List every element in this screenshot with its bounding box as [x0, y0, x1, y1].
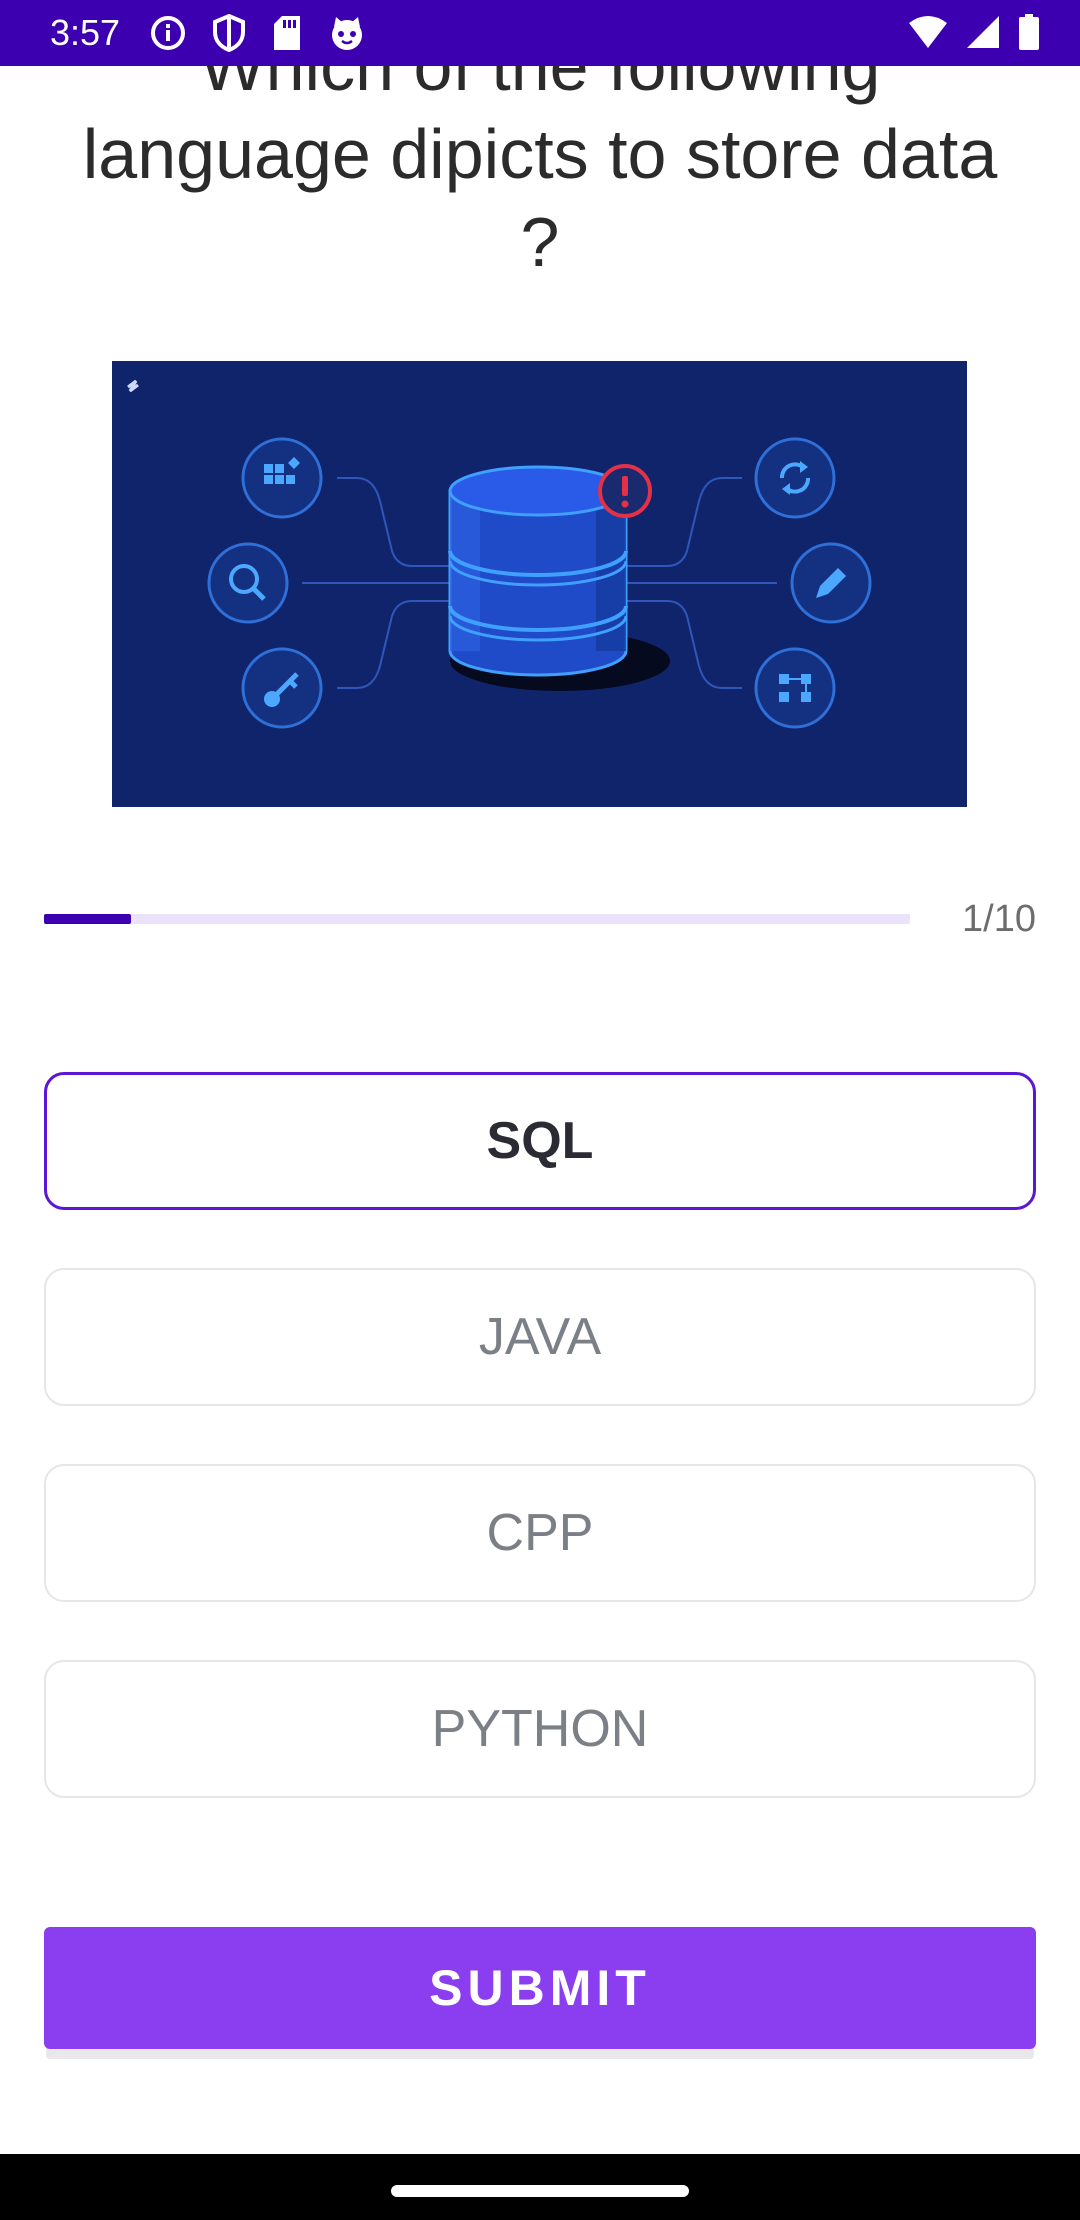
battery-icon [1019, 14, 1039, 50]
refresh-icon [754, 437, 836, 519]
structure-icon [754, 647, 836, 729]
navigation-bar [0, 2154, 1080, 2220]
option-label: SQL [486, 1112, 594, 1170]
wifi-icon [909, 16, 947, 48]
option-label: CPP [486, 1504, 594, 1562]
progress-fill [44, 914, 131, 924]
option-label: JAVA [478, 1308, 602, 1366]
option-cpp[interactable]: CPP [44, 1464, 1036, 1602]
alert-icon [598, 464, 652, 518]
progress-bar [44, 914, 910, 924]
grid-icon [241, 437, 323, 519]
cat-icon [332, 17, 362, 50]
option-python[interactable]: PYTHON [44, 1660, 1036, 1798]
option-sql[interactable]: SQL [44, 1072, 1036, 1210]
option-java[interactable]: JAVA [44, 1268, 1036, 1406]
key-icon [241, 647, 323, 729]
home-handle[interactable] [391, 2185, 689, 2197]
edit-icon [790, 542, 872, 624]
status-time: 3:57 [50, 12, 121, 53]
shield-icon [213, 14, 245, 52]
search-icon [207, 542, 289, 624]
status-bar: 3:57 [0, 0, 1080, 66]
signal-icon [967, 16, 999, 48]
sd-card-icon [274, 16, 300, 50]
database-illustration [112, 361, 967, 807]
info-icon [151, 16, 185, 50]
status-icons-left [150, 14, 366, 52]
submit-button[interactable]: SUBMIT [44, 1927, 1036, 2049]
progress-label: 1/10 [962, 898, 1036, 940]
option-label: PYTHON [431, 1700, 649, 1758]
status-icons-right [908, 14, 1040, 50]
